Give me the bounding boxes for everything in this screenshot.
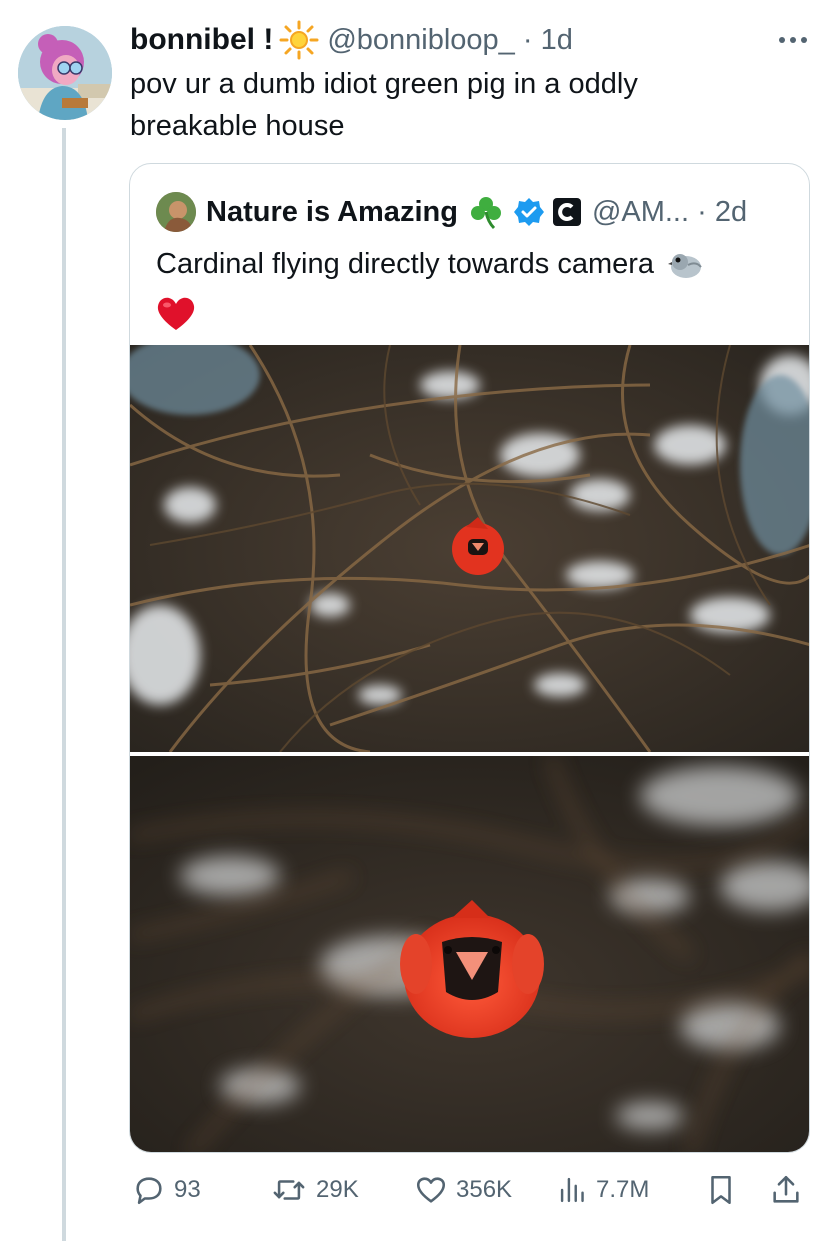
reply-icon	[136, 1177, 162, 1205]
quote-photo-2[interactable]	[130, 756, 809, 1152]
quote-author-display-name[interactable]: Nature is Amazing	[206, 196, 458, 229]
thread-line	[62, 128, 66, 1241]
time-separator: ·	[514, 23, 541, 56]
photo-cardinal-distant	[130, 345, 809, 752]
like-count: 356K	[456, 1176, 513, 1203]
bookmark-button[interactable]	[706, 1168, 744, 1212]
heart-icon	[416, 1177, 446, 1203]
view-count: 7.7M	[596, 1176, 650, 1203]
reply-button[interactable]: 93	[132, 1168, 201, 1212]
tweet-header: bonnibel ! @bonnibloop_ · 1d	[130, 20, 573, 60]
share-icon	[773, 1175, 799, 1203]
author-avatar[interactable]	[18, 26, 112, 120]
red-heart-icon	[156, 296, 786, 343]
quote-author-handle[interactable]: @AM...	[592, 196, 689, 229]
views-button[interactable]: 7.7M	[558, 1168, 649, 1212]
quote-photo-1[interactable]	[130, 345, 809, 752]
affiliate-logo-icon[interactable]	[552, 197, 582, 227]
bookmark-icon	[711, 1175, 731, 1205]
quoted-tweet[interactable]: Nature is Amazing @AM... · 2d Cardinal f…	[129, 163, 810, 1153]
tweet-time[interactable]: 1d	[541, 24, 573, 57]
photo-cardinal-close	[130, 756, 809, 1152]
verified-badge-icon[interactable]	[513, 197, 544, 227]
retweet-count: 29K	[316, 1176, 359, 1203]
tweet-actions: 93 29K 356K 7.7M	[130, 1168, 810, 1212]
quote-text: Cardinal flying directly towards camera	[156, 248, 655, 280]
tweet-text: pov ur a dumb idiot green pig in a oddly…	[130, 68, 638, 142]
author-display-name[interactable]: bonnibel !	[130, 23, 273, 57]
retweet-icon	[273, 1180, 305, 1200]
avatar-illustration	[18, 26, 112, 120]
more-icon[interactable]	[778, 26, 808, 46]
sun-icon	[279, 20, 319, 60]
author-handle[interactable]: @bonnibloop_	[327, 24, 514, 57]
quote-time-separator: ·	[689, 195, 715, 228]
like-button[interactable]: 356K	[414, 1168, 512, 1212]
shamrock-icon	[468, 194, 504, 230]
pigeon-icon	[668, 249, 704, 290]
quote-author-avatar[interactable]	[156, 192, 196, 232]
quote-time[interactable]: 2d	[715, 196, 747, 229]
reply-count: 93	[174, 1176, 201, 1203]
quote-header: Nature is Amazing @AM... · 2d	[156, 192, 747, 232]
retweet-button[interactable]: 29K	[270, 1168, 359, 1212]
share-button[interactable]	[770, 1168, 810, 1212]
quote-text-block: Cardinal flying directly towards camera	[156, 244, 786, 343]
views-chart-icon	[560, 1177, 584, 1203]
quote-avatar-image	[156, 192, 196, 232]
